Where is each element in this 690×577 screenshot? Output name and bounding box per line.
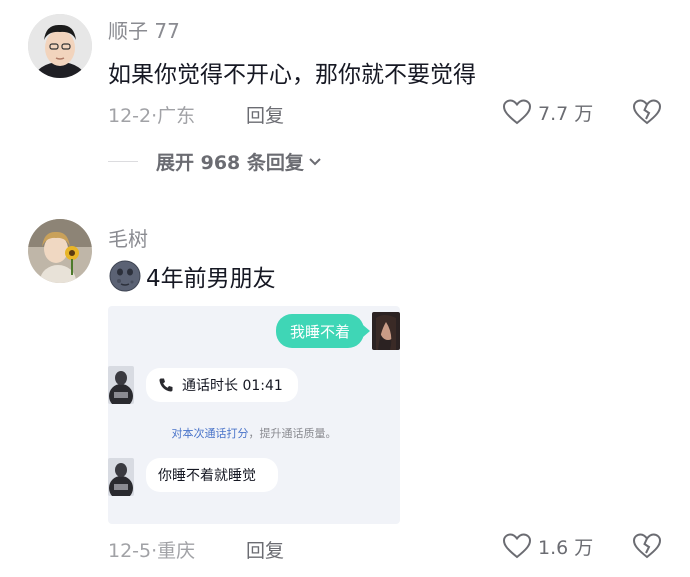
location-text: 重庆	[157, 540, 196, 562]
avatar[interactable]	[28, 14, 92, 78]
chat-call-record: 通话时长 01:41	[146, 368, 298, 402]
chat-avatar-other	[108, 366, 134, 404]
chevron-down-icon	[308, 157, 322, 167]
call-duration-text: 通话时长 01:41	[182, 378, 283, 394]
reply-button[interactable]: 回复	[246, 101, 284, 128]
system-message-rest: ，提升通话质量。	[248, 427, 337, 440]
dislike-button[interactable]	[632, 532, 662, 564]
comment-image[interactable]: 我睡不着 通话时长 01:41 对本次通话打分，提升通话质量。 你睡不着就睡觉	[108, 306, 400, 524]
rate-call-link: 对本次通话打分	[171, 427, 249, 440]
like-button[interactable]: 7.7 万	[502, 98, 593, 126]
system-message: 对本次通话打分，提升通话质量。	[108, 425, 400, 441]
comment-date: 12-5·重庆	[108, 536, 195, 563]
heart-icon	[502, 98, 532, 126]
chat-sent-text: 我睡不着	[289, 322, 350, 341]
emoji-icon	[108, 259, 142, 293]
comment-text: 如果你觉得不开心，那你就不要觉得	[108, 62, 476, 88]
bubble-tail	[363, 325, 370, 337]
chat-received-text: 你睡不着就睡觉	[158, 468, 256, 484]
chat-bubble-received: 你睡不着就睡觉	[146, 458, 278, 492]
like-count: 1.6 万	[538, 536, 594, 559]
comment-username[interactable]: 顺子 77	[108, 15, 180, 44]
chat-bubble-sent: 我睡不着	[276, 314, 364, 348]
comment-date: 12-2·广东	[108, 101, 195, 128]
expand-divider	[108, 161, 138, 162]
phone-icon	[158, 377, 174, 393]
broken-heart-icon	[632, 533, 662, 564]
like-count: 7.7 万	[538, 102, 594, 125]
avatar-image	[28, 14, 92, 78]
date-text: 12-2	[108, 105, 152, 127]
chat-avatar-self	[372, 312, 400, 350]
avatar[interactable]	[28, 219, 92, 283]
broken-heart-icon	[632, 99, 662, 130]
chat-avatar-other	[108, 458, 134, 496]
comment-text: 4年前男朋友	[146, 266, 276, 292]
like-button[interactable]: 1.6 万	[502, 532, 593, 560]
reply-button[interactable]: 回复	[246, 536, 284, 563]
expand-replies[interactable]: 展开 968 条回复	[108, 148, 322, 175]
expand-replies-label: 展开 968 条回复	[156, 152, 304, 174]
comment-username[interactable]: 毛树	[108, 223, 148, 252]
heart-icon	[502, 532, 532, 560]
comment-text-row: 4年前男朋友	[108, 259, 276, 293]
dislike-button[interactable]	[632, 98, 662, 130]
avatar-image	[28, 219, 92, 283]
date-text: 12-5	[108, 540, 152, 562]
location-text: 广东	[157, 105, 196, 127]
